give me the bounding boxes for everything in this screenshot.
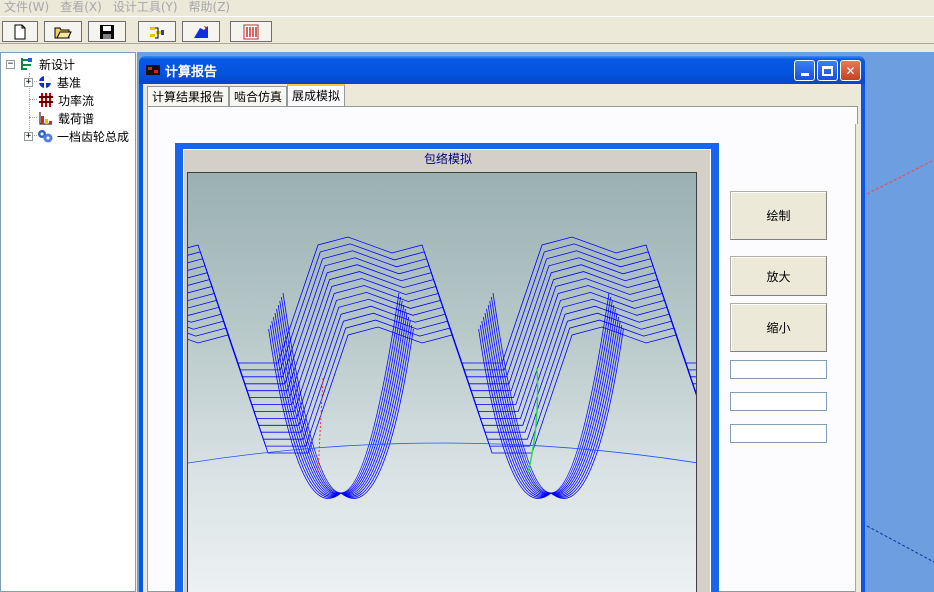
new-file-icon <box>14 24 26 39</box>
gear-wizard-icon <box>194 25 208 38</box>
design-tool-button[interactable] <box>138 21 176 42</box>
dialog-title: 计算报告 <box>165 65 218 80</box>
tab-page: 包络模拟 绘制 放大 缩小 <box>147 106 858 592</box>
rack-envelope-curve <box>188 305 696 433</box>
dialog-body: 计算结果报告 啮合仿真 展成模拟 包络模拟 绘制 放大 缩小 <box>143 84 861 592</box>
maximize-icon <box>822 65 833 76</box>
minimize-icon <box>800 73 809 76</box>
tree-item-datum[interactable]: + 基准 <box>24 73 81 91</box>
open-folder-icon <box>54 27 72 38</box>
tooth-fillet-curve <box>483 316 619 496</box>
zoom-out-button[interactable]: 缩小 <box>730 303 827 352</box>
envelope-panel: 包络模拟 <box>183 149 711 592</box>
gear-wizard-button[interactable] <box>182 21 220 42</box>
dialog-titlebar[interactable]: 计算报告 ✕ <box>139 56 865 84</box>
design-tool-icon <box>150 26 164 38</box>
tree-item-label: 一档齿轮总成 <box>57 129 130 144</box>
tree-item-load-spectrum[interactable]: 载荷谱 <box>38 109 94 127</box>
expand-icon[interactable]: + <box>24 77 33 87</box>
base-circle-arc <box>188 442 696 464</box>
gear-assembly-icon <box>37 128 53 144</box>
tree-root-label: 新设计 <box>39 57 76 72</box>
save-disk-icon <box>100 24 114 39</box>
gear-envelope-drawing <box>188 236 696 499</box>
load-spectrum-icon <box>38 110 54 126</box>
draw-button[interactable]: 绘制 <box>730 191 827 240</box>
tooth-fillet-curve <box>484 312 618 496</box>
param-input-2[interactable] <box>730 392 827 411</box>
tree-item-label: 功率流 <box>58 93 95 108</box>
minimize-button[interactable] <box>794 60 815 81</box>
tooth-fillet-curve <box>478 328 624 499</box>
envelope-plot[interactable] <box>187 172 697 592</box>
maximize-button[interactable] <box>817 60 838 81</box>
menu-design-tools[interactable]: 设计工具(Y) <box>109 0 185 16</box>
close-button[interactable]: ✕ <box>840 60 861 81</box>
expand-icon[interactable]: + <box>24 131 33 141</box>
power-flow-icon <box>38 92 54 108</box>
menu-help[interactable]: 帮助(Z) <box>185 0 238 16</box>
save-button[interactable] <box>88 21 126 42</box>
report-button[interactable] <box>230 21 272 42</box>
envelope-panel-frame: 包络模拟 <box>175 143 719 592</box>
tab-strip: 计算结果报告 啮合仿真 展成模拟 <box>147 84 346 107</box>
report-dialog: 计算报告 ✕ 计算结果报告 啮合仿真 展成模拟 包络模拟 绘制 放大 缩小 <box>139 56 865 592</box>
rack-envelope-curve <box>188 257 696 385</box>
tooth-fillet-curve <box>492 292 610 494</box>
param-input-1[interactable] <box>730 360 827 379</box>
tree-item-gear-assembly[interactable]: + 一档齿轮总成 <box>24 127 129 145</box>
menu-file[interactable]: 文件(W) <box>0 0 56 16</box>
toolbar <box>0 16 934 44</box>
close-icon: ✕ <box>845 63 856 78</box>
collapse-icon[interactable]: − <box>6 59 15 69</box>
rack-envelope-curve <box>188 250 696 378</box>
panel-title: 包络模拟 <box>423 152 472 166</box>
tooth-fillet-curve <box>486 308 616 495</box>
dialog-right-edge <box>855 124 859 592</box>
rack-envelope-curve <box>188 236 696 364</box>
rack-envelope-curve <box>188 298 696 426</box>
zoom-in-button[interactable]: 放大 <box>730 256 827 296</box>
tab-calc-report[interactable]: 计算结果报告 <box>147 86 230 107</box>
rack-envelope-curve <box>188 319 696 447</box>
open-button[interactable] <box>44 21 82 42</box>
tree-root[interactable]: − 新设计 <box>6 55 75 73</box>
tooth-fillet-curve <box>282 292 400 494</box>
report-icon <box>243 24 259 39</box>
new-file-button[interactable] <box>2 21 38 42</box>
tree-item-label: 载荷谱 <box>58 111 95 126</box>
toolbar-gap <box>0 44 934 52</box>
param-input-3[interactable] <box>730 424 827 443</box>
rack-envelope-curve <box>188 291 696 419</box>
app-icon <box>145 62 161 81</box>
tree-item-power-flow[interactable]: 功率流 <box>38 91 94 109</box>
tab-generation-simulation[interactable]: 展成模拟 <box>287 84 346 107</box>
design-tree[interactable]: − 新设计 + 基准 功率流 载荷谱 + 一档齿轮总成 <box>0 52 136 592</box>
datum-icon <box>37 74 53 90</box>
generated-flank-red <box>317 377 324 474</box>
design-root-icon <box>19 56 35 72</box>
menu-view[interactable]: 查看(X) <box>56 0 109 16</box>
tree-item-label: 基准 <box>57 75 82 90</box>
menu-bar: 文件(W) 查看(X) 设计工具(Y) 帮助(Z) <box>0 0 934 16</box>
tab-mesh-simulation[interactable]: 啮合仿真 <box>229 86 288 107</box>
